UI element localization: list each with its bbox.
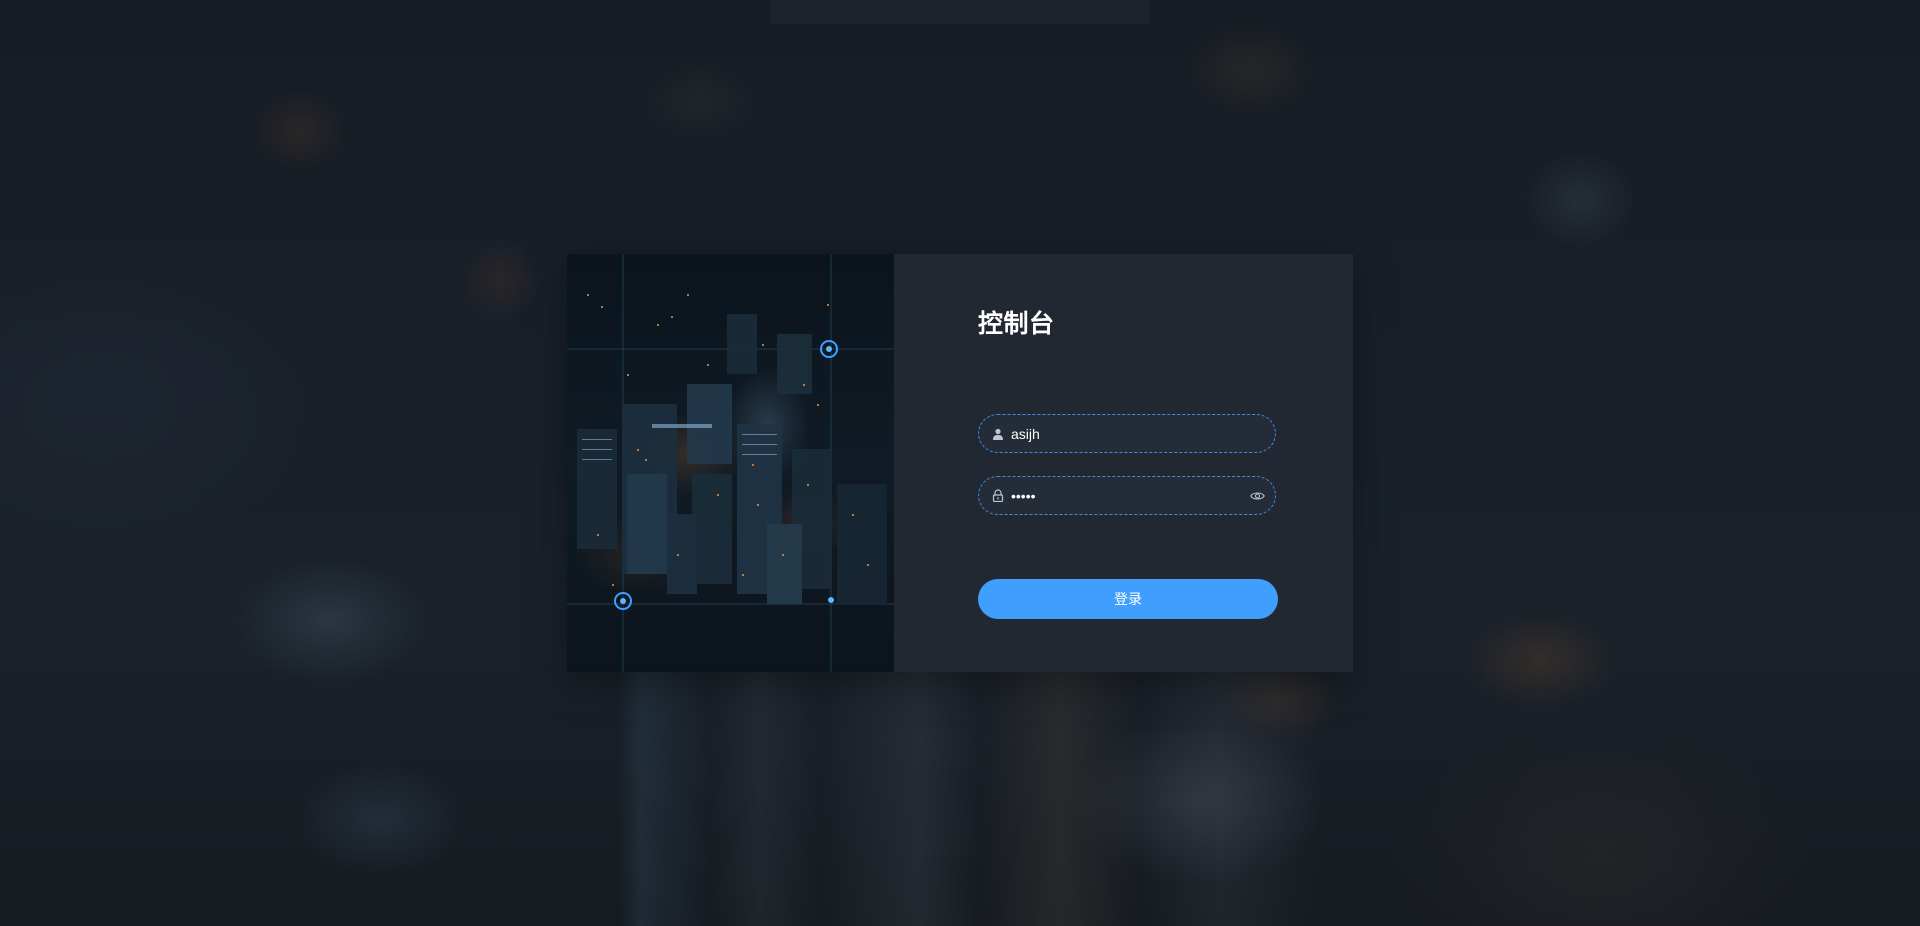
city-illustration xyxy=(567,254,894,672)
eye-icon[interactable] xyxy=(1249,489,1265,503)
login-button[interactable]: 登录 xyxy=(978,579,1278,619)
password-input[interactable] xyxy=(1011,480,1249,511)
login-card: 控制台 asijh ••••• 登录 xyxy=(567,254,1353,672)
city-illustration-graphic xyxy=(567,254,894,672)
username-field[interactable] xyxy=(978,414,1276,453)
username-input[interactable] xyxy=(1011,418,1275,449)
page-title: 控制台 xyxy=(978,310,1055,338)
user-icon xyxy=(991,427,1005,441)
login-form: 控制台 asijh ••••• 登录 xyxy=(894,254,1353,672)
background-strip xyxy=(770,0,1150,24)
background-buildings xyxy=(620,660,1380,926)
password-field[interactable] xyxy=(978,476,1276,515)
lock-icon xyxy=(991,489,1005,503)
